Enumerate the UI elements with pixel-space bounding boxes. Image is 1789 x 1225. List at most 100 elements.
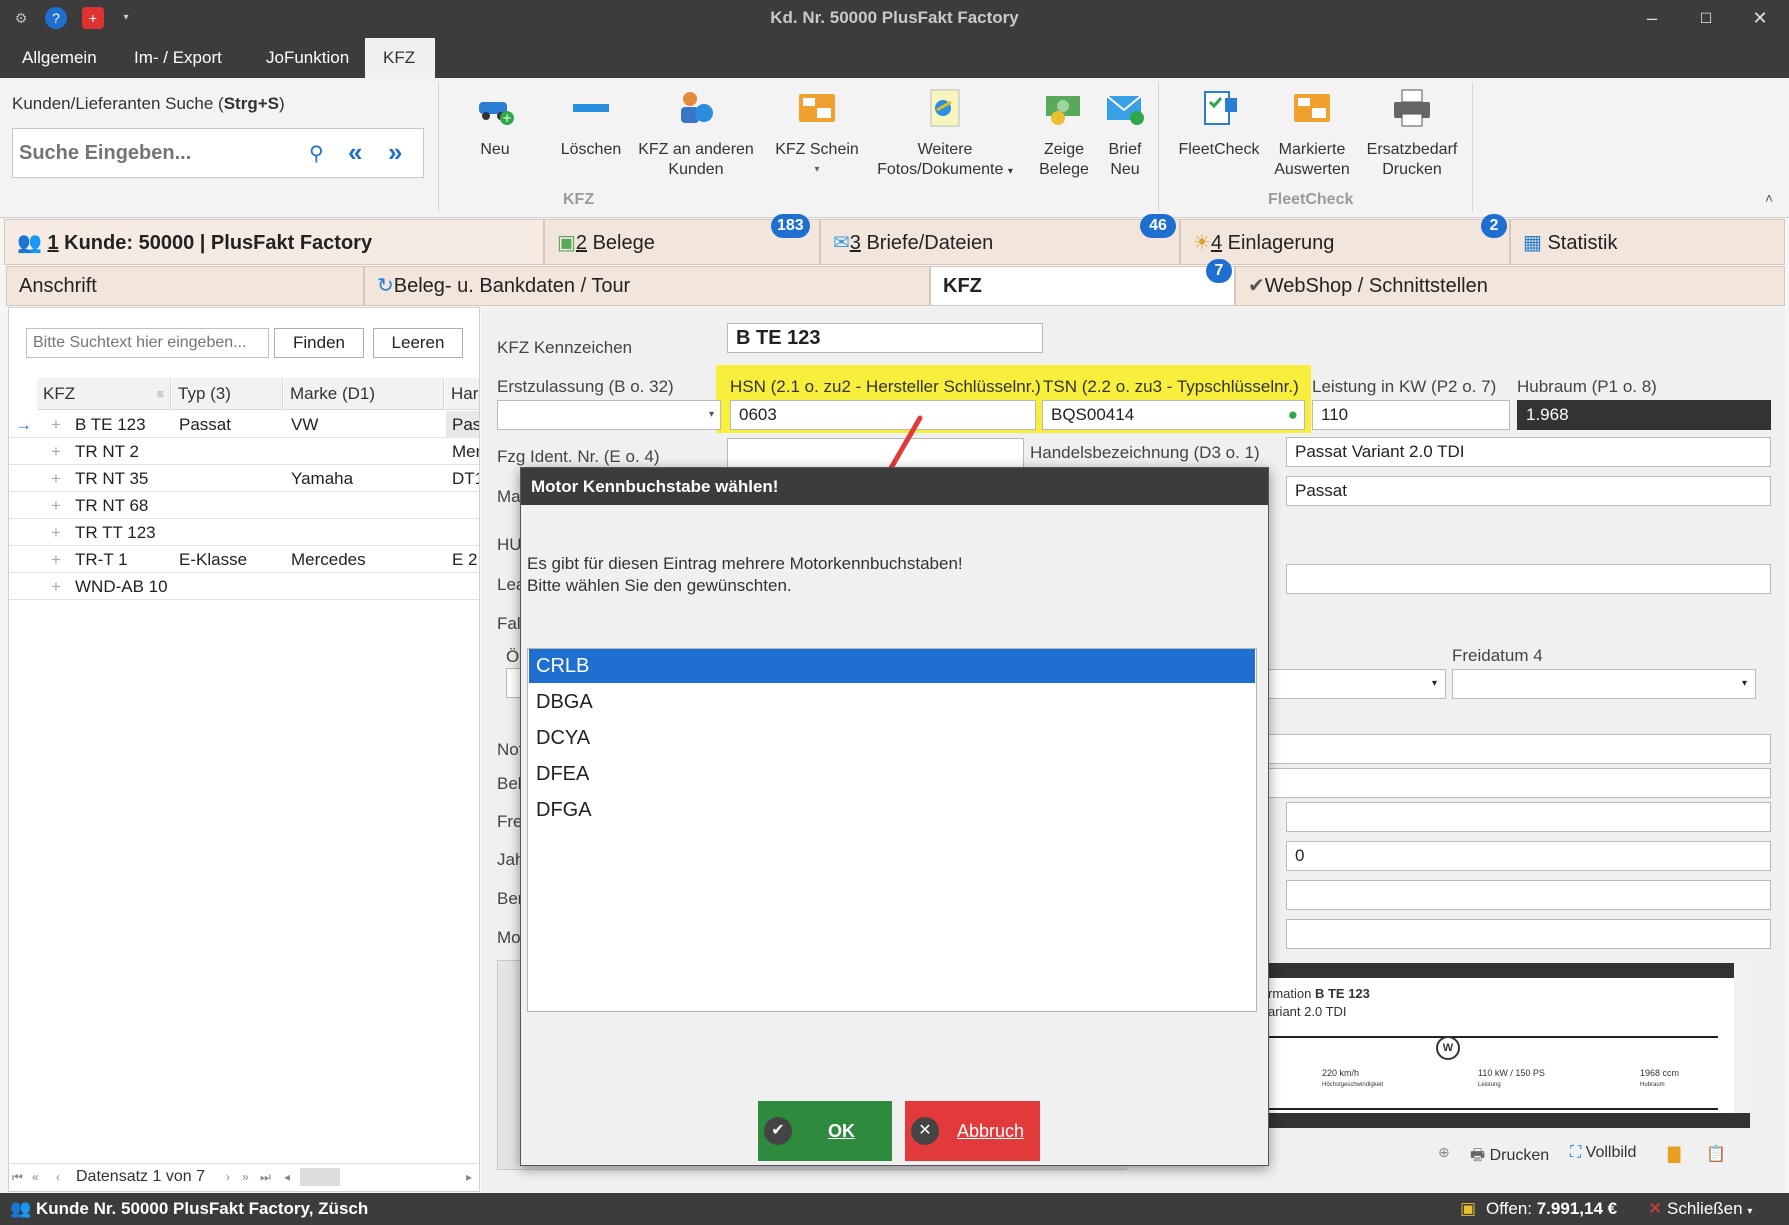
- tsn-field[interactable]: BQS00414 ●: [1042, 400, 1305, 430]
- table-row[interactable]: + TR-T 1 E-Klasse Mercedes E 2!: [9, 546, 479, 573]
- search-icon[interactable]: ⚲: [309, 141, 324, 166]
- list-item[interactable]: DCYA: [529, 721, 1255, 755]
- globe-icon[interactable]: ●: [1288, 401, 1298, 429]
- next-page-icon[interactable]: »: [242, 1164, 249, 1190]
- next-record-icon[interactable]: ›: [226, 1164, 230, 1190]
- first-record-icon[interactable]: ⏮: [12, 1164, 23, 1190]
- tab-kunde[interactable]: 👥 1 Kunde: 50000 | PlusFakt Factory: [4, 219, 544, 265]
- column-header-handelsbezeichnung[interactable]: Har: [445, 378, 479, 410]
- zero-field[interactable]: 0: [1286, 841, 1771, 871]
- leistung-field[interactable]: 110: [1312, 400, 1510, 430]
- tab-jofunktion[interactable]: JoFunktion: [248, 38, 367, 78]
- clipboard-icon[interactable]: 📋: [1706, 1144, 1726, 1164]
- next-icon[interactable]: »: [388, 137, 402, 168]
- evaluate-marked-button[interactable]: Markierte Auswerten: [1262, 88, 1362, 180]
- previous-icon[interactable]: «: [348, 137, 362, 168]
- belege-count-badge: 183: [771, 214, 810, 238]
- ok-button[interactable]: ✔ OK: [758, 1101, 892, 1161]
- vehicle-preview: rmation B TE 123 ariant 2.0 TDI W 220 km…: [1268, 978, 1734, 1113]
- engine-code-list[interactable]: CRLB DBGA DCYA DFEA DFGA: [527, 648, 1257, 1012]
- new-letter-button[interactable]: Brief Neu: [1100, 88, 1150, 180]
- zoom-in-icon[interactable]: ⊕: [1438, 1144, 1450, 1161]
- envelope-icon: ✉: [833, 232, 850, 254]
- more-photos-button[interactable]: Weitere Fotos/Dokumente ▾: [870, 88, 1020, 182]
- table-row[interactable]: + WND-AB 10: [9, 573, 479, 600]
- folder-icon[interactable]: ▇: [1668, 1144, 1680, 1164]
- form-field[interactable]: [1286, 802, 1771, 832]
- table-row[interactable]: → + B TE 123 Passat VW Pas: [9, 411, 479, 438]
- window-title: Kd. Nr. 50000 PlusFakt Factory: [770, 8, 1019, 27]
- show-documents-button[interactable]: Zeige Belege: [1034, 88, 1094, 180]
- tab-einlagerung[interactable]: ☀4 Einlagerung: [1180, 219, 1510, 265]
- form-field[interactable]: [1286, 880, 1771, 910]
- expand-icon[interactable]: +: [51, 465, 61, 492]
- freidatum3-field[interactable]: ▾: [1262, 669, 1446, 699]
- minimize-button[interactable]: –: [1632, 4, 1672, 32]
- tab-allgemein[interactable]: Allgemein: [4, 38, 115, 78]
- find-button[interactable]: Finden: [274, 328, 364, 358]
- vehicle-search-input[interactable]: [26, 328, 269, 358]
- typ-field[interactable]: Passat: [1286, 476, 1771, 506]
- tab-beleg-bankdaten[interactable]: ↻Beleg- u. Bankdaten / Tour: [364, 266, 930, 306]
- table-row[interactable]: + TR NT 68: [9, 492, 479, 519]
- column-header-typ[interactable]: Typ (3): [172, 378, 283, 410]
- column-header-marke[interactable]: Marke (D1): [284, 378, 444, 410]
- fullscreen-button[interactable]: ⛶ Vollbild: [1570, 1144, 1636, 1162]
- form-field[interactable]: [1262, 768, 1771, 798]
- expand-icon[interactable]: +: [51, 411, 61, 438]
- delete-vehicle-button[interactable]: Löschen: [556, 88, 626, 160]
- prev-record-icon[interactable]: ‹: [56, 1164, 60, 1190]
- collapse-ribbon-icon[interactable]: ˄: [1765, 190, 1773, 206]
- transfer-vehicle-button[interactable]: KFZ an anderen Kunden: [636, 88, 756, 180]
- prev-page-icon[interactable]: «: [32, 1164, 39, 1190]
- fleetcheck-button[interactable]: FleetCheck: [1164, 88, 1274, 160]
- list-item[interactable]: DFGA: [529, 793, 1255, 827]
- expand-icon[interactable]: +: [51, 438, 61, 465]
- vehicle-registration-button[interactable]: KFZ Schein ▾: [772, 88, 862, 180]
- tab-webshop[interactable]: ✔WebShop / Schnittstellen: [1235, 266, 1785, 306]
- form-field[interactable]: [1286, 919, 1771, 949]
- list-item[interactable]: DFEA: [529, 757, 1255, 791]
- freidatum4-label: Freidatum 4: [1452, 646, 1543, 665]
- preview-scrollbar[interactable]: [1734, 963, 1750, 1113]
- last-record-icon[interactable]: ⏭: [260, 1164, 271, 1190]
- close-button[interactable]: ✕ Schließen ▾: [1648, 1193, 1752, 1225]
- expand-icon[interactable]: +: [51, 573, 61, 600]
- refresh-icon: ↻: [377, 275, 394, 297]
- table-row[interactable]: + TR TT 123: [9, 519, 479, 546]
- tab-im-export[interactable]: Im- / Export: [116, 38, 240, 78]
- column-header-kfz[interactable]: KFZ ≡: [37, 378, 171, 410]
- clear-button[interactable]: Leeren: [373, 328, 463, 358]
- list-item[interactable]: DBGA: [529, 685, 1255, 719]
- tab-kfz-sub[interactable]: KFZ: [930, 266, 1235, 306]
- form-field[interactable]: [1262, 734, 1771, 764]
- customer-search-input[interactable]: [19, 137, 299, 169]
- expand-icon[interactable]: +: [51, 519, 61, 546]
- print-button[interactable]: 🖶 Drucken: [1470, 1144, 1549, 1171]
- tab-anschrift[interactable]: Anschrift: [6, 266, 364, 306]
- freidatum4-field[interactable]: ▾: [1452, 669, 1756, 699]
- table-row[interactable]: + TR NT 2 Mer: [9, 438, 479, 465]
- handelsbezeichnung-field[interactable]: Passat Variant 2.0 TDI: [1286, 437, 1771, 467]
- expand-icon[interactable]: +: [51, 492, 61, 519]
- new-vehicle-button[interactable]: + Neu: [470, 88, 520, 160]
- cancel-button[interactable]: ✕ Abbruch: [905, 1101, 1040, 1161]
- print-spare-parts-button[interactable]: Ersatzbedarf Drucken: [1362, 88, 1462, 180]
- maximize-button[interactable]: ☐: [1686, 4, 1726, 32]
- storage-icon: ☀: [1193, 232, 1211, 254]
- expand-icon[interactable]: +: [51, 546, 61, 573]
- tab-kfz[interactable]: KFZ: [365, 38, 435, 78]
- list-item[interactable]: CRLB: [529, 649, 1255, 683]
- scroll-right-icon[interactable]: ▸: [466, 1164, 472, 1190]
- scroll-left-icon[interactable]: ◂: [284, 1164, 290, 1190]
- kennzeichen-field[interactable]: B TE 123: [727, 323, 1043, 353]
- close-window-button[interactable]: ✕: [1740, 4, 1780, 32]
- clipboard-check-icon: [1199, 88, 1239, 128]
- horizontal-scrollbar-thumb[interactable]: [300, 1168, 340, 1186]
- hubraum-field[interactable]: 1.968: [1517, 400, 1771, 430]
- erstzulassung-field[interactable]: ▾: [497, 400, 721, 430]
- tab-briefe[interactable]: ✉3 Briefe/Dateien: [820, 219, 1180, 265]
- form-field[interactable]: [1286, 564, 1771, 594]
- tab-statistik[interactable]: ▦ Statistik: [1510, 219, 1785, 265]
- table-row[interactable]: + TR NT 35 Yamaha DT1: [9, 465, 479, 492]
